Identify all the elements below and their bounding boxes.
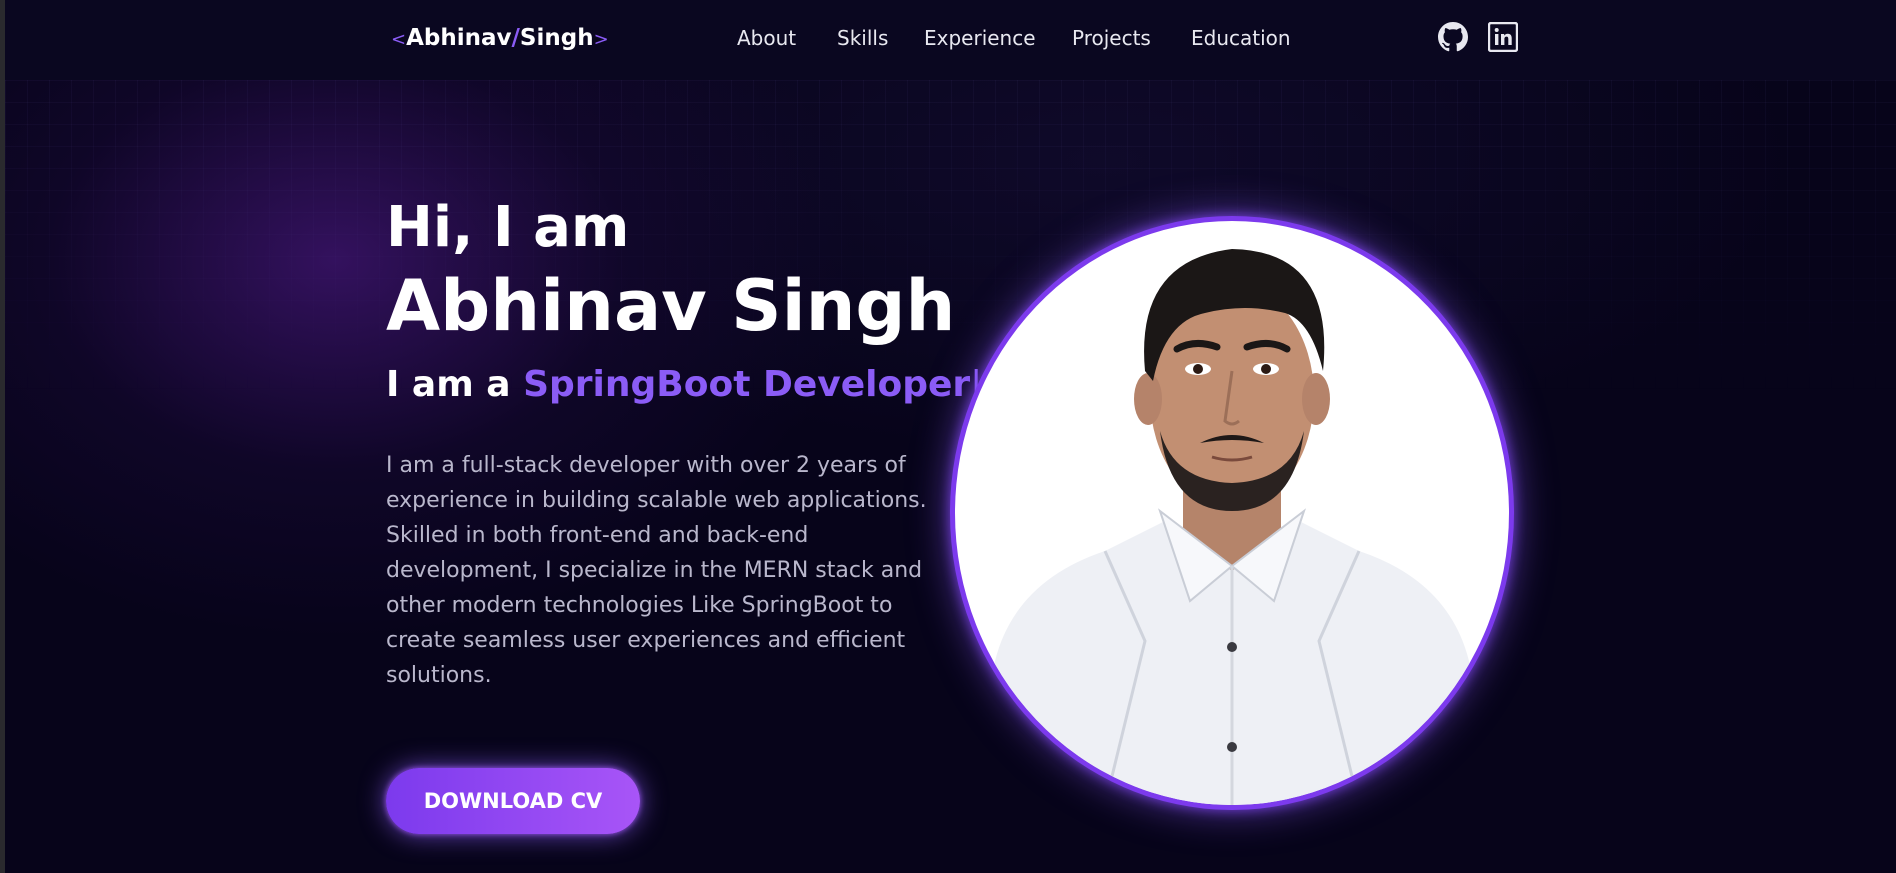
nav-link-skills[interactable]: Skills — [837, 24, 888, 52]
logo-open-bracket: < — [391, 29, 407, 50]
github-icon[interactable] — [1438, 22, 1468, 52]
role-typed-text: SpringBoot Developer — [523, 364, 971, 405]
logo-close-bracket: > — [593, 29, 609, 50]
site-logo[interactable]: <Abhinav/Singh> — [391, 20, 609, 56]
hero-name: Abhinav Singh — [386, 265, 956, 347]
navbar: <Abhinav/Singh> About Skills Experience … — [5, 0, 1896, 80]
hero-grid-background — [5, 80, 1896, 400]
nav-link-education[interactable]: Education — [1191, 24, 1291, 52]
logo-last-name: Singh — [519, 25, 594, 51]
nav-link-experience[interactable]: Experience — [924, 24, 1036, 52]
hero-role: I am a SpringBoot Developer| — [386, 362, 982, 408]
nav-link-about[interactable]: About — [737, 24, 796, 52]
role-prefix: I am a — [386, 364, 511, 405]
hero-bio: I am a full-stack developer with over 2 … — [386, 453, 927, 688]
hero-greeting: Hi, I am — [386, 195, 630, 260]
nav-link-projects[interactable]: Projects — [1072, 24, 1151, 52]
logo-first-name: Abhinav — [406, 25, 512, 51]
download-cv-button[interactable]: DOWNLOAD CV — [386, 768, 640, 834]
logo-slash: / — [511, 25, 520, 51]
profile-photo — [950, 216, 1514, 810]
linkedin-icon[interactable] — [1487, 21, 1519, 53]
